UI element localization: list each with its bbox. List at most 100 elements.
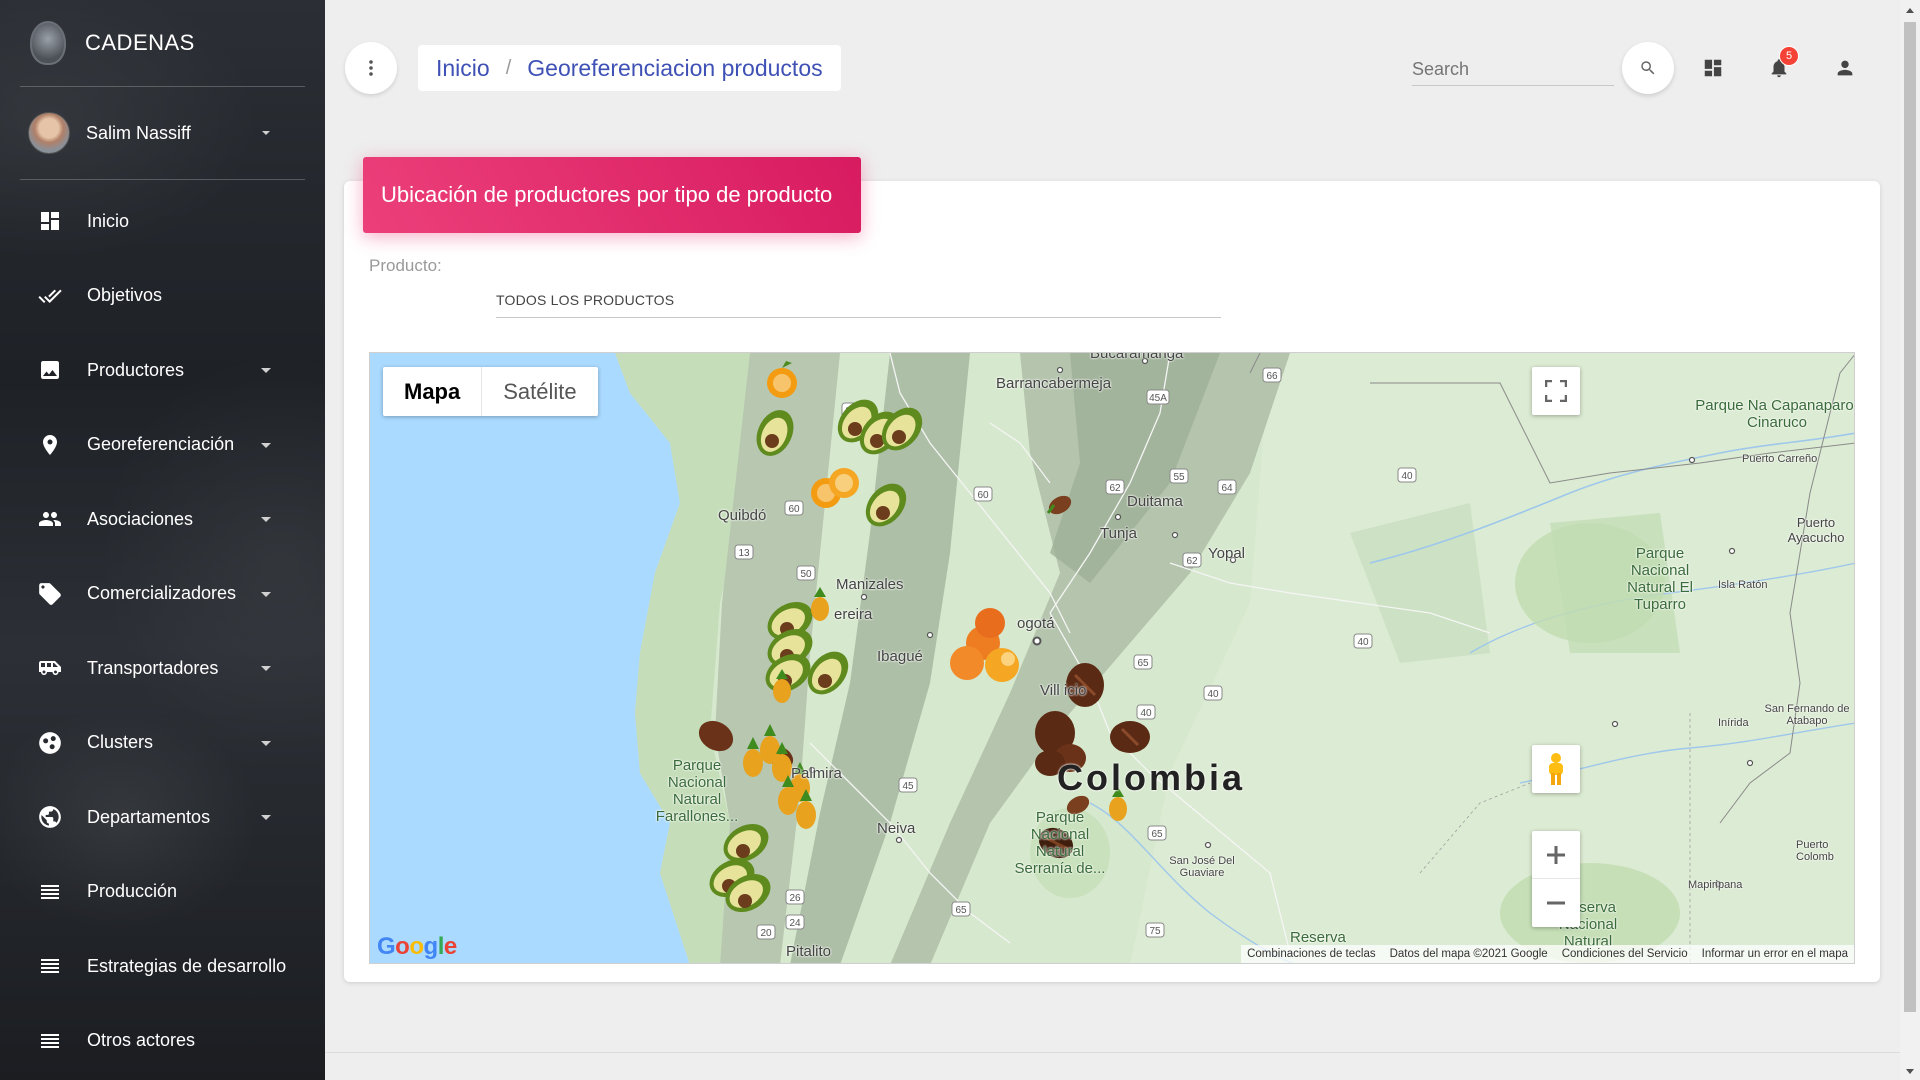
google-logo[interactable]: Google <box>377 933 457 961</box>
map-park-label: Parque Nacional Natural Farallones... <box>655 757 739 825</box>
map-type-satellite-button[interactable]: Satélite <box>482 367 597 416</box>
image-icon <box>37 357 63 383</box>
scroll-down-arrow[interactable] <box>1904 1064 1916 1076</box>
scrollbar-thumb[interactable] <box>1904 22 1916 1012</box>
sidebar-item-comercializadores[interactable]: Comercializadores <box>0 557 325 632</box>
sidebar-item-label: Productores <box>87 359 185 380</box>
sidebar-item-label: Clusters <box>87 732 154 753</box>
map-type-map-button[interactable]: Mapa <box>383 367 483 416</box>
breadcrumb: Inicio / Georeferenciacion productos <box>418 45 841 91</box>
sidebar-item-label: Departamentos <box>87 806 211 827</box>
map-park-label: Reserva <box>1290 929 1346 946</box>
divider <box>20 179 305 180</box>
zoom-out-button[interactable] <box>1532 879 1580 927</box>
card-header: Ubicación de productores por tipo de pro… <box>363 157 861 233</box>
coat-of-arms-logo <box>30 21 66 65</box>
brand[interactable]: CADENAS <box>0 0 325 86</box>
avatar <box>28 112 70 154</box>
map-label: San Fernando de Atabapo <box>1764 703 1850 727</box>
sidebar-item-transportadores[interactable]: Transportadores <box>0 631 325 706</box>
product-label: Producto: <box>369 256 442 275</box>
sidebar-item-productores[interactable]: Productores <box>0 333 325 408</box>
search-button[interactable] <box>1622 42 1674 94</box>
sidebar-item-label: Estrategias de desarrollo <box>87 955 287 976</box>
bubbles-icon <box>37 730 63 756</box>
arrow-down-icon <box>1906 1069 1914 1074</box>
map-label: Tunja <box>1100 525 1137 542</box>
chevron-down-icon <box>261 368 271 373</box>
map-country-label: Colombia <box>1057 757 1246 798</box>
search-input[interactable] <box>1412 54 1614 85</box>
chevron-down-icon <box>261 666 271 671</box>
sidebar-item-label: Georeferenciación <box>87 434 235 455</box>
map-label: Neiva <box>877 820 916 837</box>
svg-text:60: 60 <box>977 490 989 501</box>
map-label: Barrancabermeja <box>996 375 1112 392</box>
map-data-credit: Datos del mapa ©2021 Google <box>1389 948 1548 960</box>
svg-text:40: 40 <box>1401 471 1413 482</box>
map-label: Ibagué <box>877 648 923 665</box>
sidebar-item-clusters[interactable]: Clusters <box>0 706 325 781</box>
keyboard-shortcuts-link[interactable]: Combinaciones de teclas <box>1247 948 1376 960</box>
scroll-up-arrow[interactable] <box>1904 4 1916 16</box>
plus-icon <box>1547 845 1565 864</box>
breadcrumb-separator: / <box>505 56 512 79</box>
sidebar-item-label: Transportadores <box>87 657 219 678</box>
sidebar-item-georeferenciacion[interactable]: Georeferenciación <box>0 408 325 483</box>
svg-text:13: 13 <box>738 548 750 559</box>
fullscreen-button[interactable] <box>1532 367 1580 415</box>
terms-link[interactable]: Condiciones del Servicio <box>1562 948 1688 960</box>
chevron-down-icon <box>261 740 271 746</box>
sidebar-item-estrategias[interactable]: Estrategias de desarrollo <box>0 929 325 1004</box>
svg-text:55: 55 <box>1173 472 1185 483</box>
dashboard-button[interactable] <box>1697 52 1729 84</box>
sidebar-item-produccion[interactable]: Producción <box>0 855 325 930</box>
map-label: Pitalito <box>786 943 832 960</box>
list-icon <box>37 879 63 905</box>
more-menu-button[interactable] <box>345 42 397 94</box>
svg-text:62: 62 <box>1109 483 1121 494</box>
google-map[interactable]: 66 45A 62 55 64 62 40 60 60 13 50 65 40 … <box>369 352 1855 964</box>
brand-name: CADENAS <box>85 30 195 55</box>
zoom-in-button[interactable] <box>1532 831 1580 879</box>
chevron-down-icon <box>261 442 271 448</box>
sidebar-item-departamentos[interactable]: Departamentos <box>0 780 325 855</box>
svg-text:45A: 45A <box>1149 393 1167 404</box>
sidebar-item-asociaciones[interactable]: Asociaciones <box>0 482 325 557</box>
svg-text:45: 45 <box>902 781 914 792</box>
street-view-pegman-button[interactable] <box>1532 745 1580 793</box>
minus-icon <box>1547 901 1565 905</box>
map-label: San José Del Guaviare <box>1169 855 1235 879</box>
user-menu[interactable]: Salim Nassiff <box>0 87 325 179</box>
map-label: Mapiripana <box>1688 879 1743 891</box>
bus-icon <box>37 655 63 681</box>
footer-divider <box>325 1052 1900 1053</box>
report-error-link[interactable]: Informar un error en el mapa <box>1702 948 1848 960</box>
product-select[interactable]: TODOS LOS PRODUCTOS <box>496 287 1221 318</box>
person-icon <box>1837 60 1853 76</box>
map-label: Inírida <box>1718 717 1749 729</box>
sidebar-item-objetivos[interactable]: Objetivos <box>0 259 325 334</box>
svg-text:62: 62 <box>1186 556 1198 567</box>
notification-badge: 5 <box>1779 46 1799 66</box>
map-type-control: Mapa Satélite <box>383 367 598 416</box>
user-name: Salim Nassiff <box>86 122 191 143</box>
zoom-control <box>1532 831 1580 927</box>
map-label: Puerto Carreño <box>1742 453 1818 465</box>
search-field <box>1412 54 1614 86</box>
svg-text:64: 64 <box>1221 483 1233 494</box>
map-label: Isla Ratón <box>1718 579 1768 591</box>
map-label: Duitama <box>1127 493 1183 510</box>
breadcrumb-home-link[interactable]: Inicio <box>436 55 490 82</box>
breadcrumb-current[interactable]: Georeferenciacion productos <box>527 55 822 82</box>
card-title: Ubicación de productores por tipo de pro… <box>381 182 833 207</box>
map-label: Manizales <box>836 576 904 593</box>
svg-text:65: 65 <box>1137 658 1149 669</box>
profile-button[interactable] <box>1829 52 1861 84</box>
list-icon <box>37 953 63 979</box>
chevron-down-icon <box>261 591 271 597</box>
sidebar-item-otros-actores[interactable]: Otros actores <box>0 1004 325 1079</box>
sidebar-item-inicio[interactable]: Inicio <box>0 184 325 259</box>
map-label: Vill icio <box>1040 682 1087 699</box>
chevron-down-icon <box>261 815 271 820</box>
